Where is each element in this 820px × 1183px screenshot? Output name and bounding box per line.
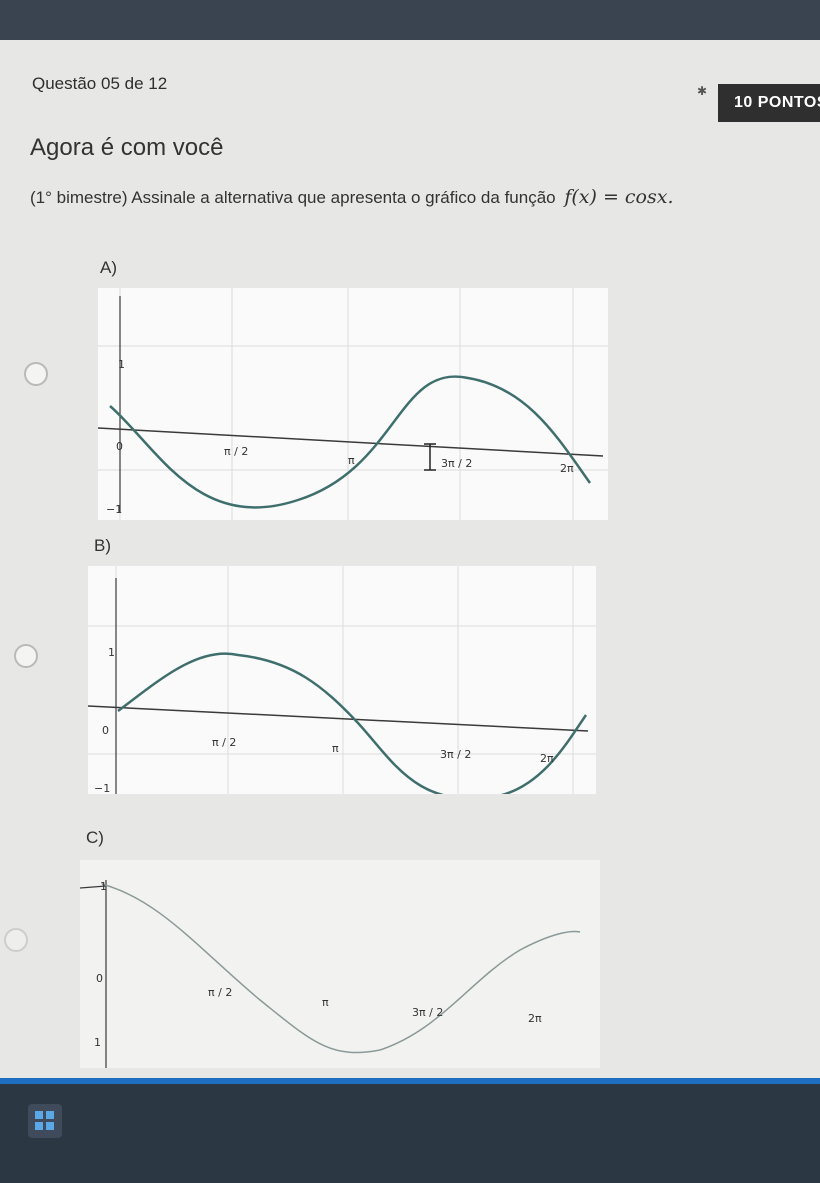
- option-b-label: B): [94, 536, 111, 555]
- points-badge: 10 PONTOS: [718, 84, 820, 122]
- tick-label-minus-one: −1: [94, 782, 110, 794]
- tick-label-half-pi: π / 2: [212, 736, 236, 749]
- tick-label-three-half-pi: 3π / 2: [441, 457, 472, 470]
- option-a-radio[interactable]: [24, 362, 48, 386]
- text-cursor-icon: [424, 443, 436, 471]
- tick-label-half-pi: π / 2: [224, 445, 248, 458]
- option-a-graph[interactable]: 1 0 π / 2 π 3π / 2 2π −1: [98, 288, 608, 520]
- question-number: Questão 05 de 12: [32, 74, 168, 93]
- tick-label-three-half-pi: 3π / 2: [440, 748, 471, 761]
- windows-start-icon[interactable]: [28, 1104, 62, 1138]
- grid: [88, 566, 596, 794]
- question-prompt: (1° bimestre) Assinale a alternativa que…: [30, 186, 674, 208]
- option-c-label: C): [86, 828, 104, 847]
- tick-label-pi: π: [322, 996, 329, 1009]
- tick-label-half-pi: π / 2: [208, 986, 232, 999]
- option-b-radio[interactable]: [14, 644, 38, 668]
- quiz-screen: Questão 05 de 12 ✱ 10 PONTOS Agora é com…: [0, 40, 820, 1078]
- grid: [98, 288, 608, 520]
- prompt-formula: f(x) = cosx.: [564, 186, 674, 208]
- required-star-icon: ✱: [697, 84, 708, 98]
- tick-label-pi: π: [332, 742, 339, 755]
- tick-label-one: 1: [100, 880, 107, 893]
- tick-label-one: 1: [118, 358, 125, 371]
- x-axis: [88, 705, 589, 732]
- tick-label-zero: 0: [102, 724, 109, 737]
- tick-label-two-pi: 2π: [560, 462, 574, 475]
- tick-label-two-pi: 2π: [528, 1012, 542, 1025]
- browser-top-bar: [0, 0, 820, 40]
- tick-label-zero: 0: [116, 440, 123, 453]
- option-b-graph-svg: 1 0 π / 2 π 3π / 2 2π −1: [88, 566, 596, 794]
- tick-label-zero: 0: [96, 972, 103, 985]
- tick-label-minus-one: 1: [94, 1036, 101, 1049]
- option-b-graph[interactable]: 1 0 π / 2 π 3π / 2 2π −1: [88, 566, 596, 794]
- tick-label-three-half-pi: 3π / 2: [412, 1006, 443, 1019]
- prompt-text: (1° bimestre) Assinale a alternativa que…: [30, 188, 556, 207]
- curve-line: [101, 883, 581, 1054]
- option-a-graph-svg: 1 0 π / 2 π 3π / 2 2π −1: [98, 288, 608, 520]
- tick-label-pi: π: [348, 454, 355, 467]
- tick-label-one: 1: [108, 646, 115, 659]
- tick-label-minus-one: −1: [106, 503, 122, 516]
- x-axis: [98, 427, 604, 457]
- curve-line: [117, 652, 588, 794]
- page-title: Agora é com você: [30, 134, 224, 161]
- option-c-graph[interactable]: 1 0 π / 2 π 3π / 2 2π 1: [80, 860, 600, 1068]
- option-c-radio[interactable]: [4, 928, 28, 952]
- taskbar: [0, 1084, 820, 1183]
- option-a-label: A): [100, 258, 117, 277]
- tick-label-two-pi: 2π: [540, 752, 554, 765]
- option-c-graph-svg: 1 0 π / 2 π 3π / 2 2π 1: [80, 880, 581, 1068]
